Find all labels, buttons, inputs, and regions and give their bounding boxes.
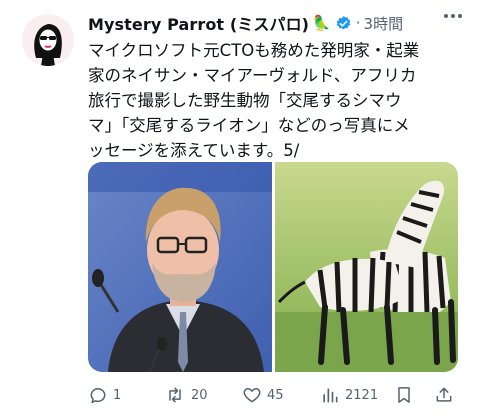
author-name[interactable]: Mystery Parrot (ミスパロ) bbox=[88, 11, 309, 35]
woman-sunglasses-avatar-icon bbox=[22, 14, 74, 66]
parrot-emoji: 🦜 bbox=[312, 14, 331, 32]
views-count: 2121 bbox=[345, 387, 379, 403]
reply-count: 1 bbox=[113, 387, 122, 403]
heart-icon bbox=[243, 388, 261, 403]
verified-badge-icon bbox=[335, 15, 352, 32]
tweet-actions: 1 20 45 2121 bbox=[88, 382, 466, 408]
retweet-icon bbox=[169, 387, 181, 403]
media-photo-1[interactable] bbox=[88, 162, 272, 372]
tweet-text: マイクロソフト元CTOも務めた発明家・起業 家のネイサン・マイアーヴォルド、アフ… bbox=[88, 41, 420, 160]
reply-button[interactable]: 1 bbox=[88, 385, 121, 405]
more-options-icon[interactable] bbox=[444, 14, 462, 18]
share-icon bbox=[436, 387, 452, 402]
views-button[interactable]: 2121 bbox=[320, 385, 378, 405]
tweet-media bbox=[88, 162, 458, 372]
meta-separator: · bbox=[355, 14, 361, 32]
retweet-count: 20 bbox=[191, 387, 208, 403]
zebras-photo-icon bbox=[274, 162, 458, 372]
share-button[interactable] bbox=[434, 385, 454, 405]
reply-icon bbox=[90, 388, 106, 404]
media-photo-2[interactable] bbox=[274, 162, 458, 372]
views-chart-icon bbox=[323, 388, 338, 403]
tweet-header: Mystery Parrot (ミスパロ) 🦜 · 3時間 bbox=[88, 12, 403, 34]
man-speaking-photo-icon bbox=[88, 162, 272, 372]
like-count: 45 bbox=[267, 387, 284, 403]
bookmark-button[interactable] bbox=[394, 385, 414, 405]
retweet-button[interactable]: 20 bbox=[164, 385, 208, 405]
like-button[interactable]: 45 bbox=[242, 385, 284, 405]
avatar[interactable] bbox=[22, 14, 74, 66]
bookmark-icon bbox=[398, 387, 410, 403]
tweet-time[interactable]: 3時間 bbox=[364, 13, 404, 34]
